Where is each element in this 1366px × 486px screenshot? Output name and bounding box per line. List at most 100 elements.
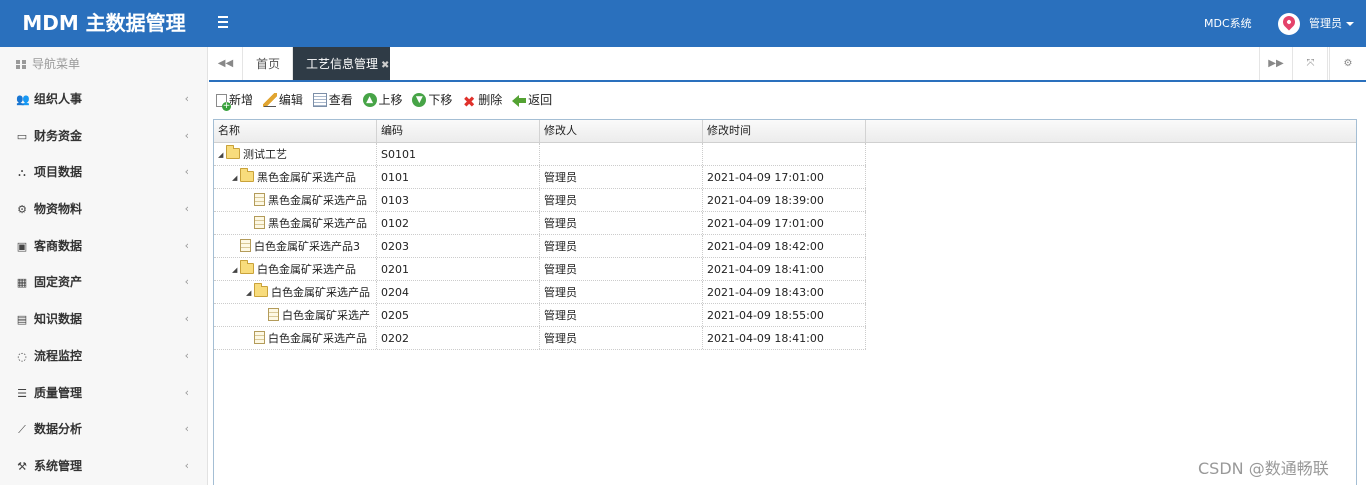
table-row[interactable]: 黑色金属矿采选产品 0102 管理员 2021-04-09 17:01:00 bbox=[214, 212, 866, 235]
fullscreen-icon[interactable]: ⤧ bbox=[1294, 47, 1328, 80]
column-header-modified-time[interactable]: 修改时间 bbox=[703, 120, 866, 142]
cell-code: 0201 bbox=[377, 258, 540, 280]
table-row[interactable]: ◢ 白色金属矿采选产品 0201 管理员 2021-04-09 18:41:00 bbox=[214, 258, 866, 281]
sidebar-item-label: 财务资金 bbox=[34, 128, 83, 143]
table-row[interactable]: ◢ 白色金属矿采选产品 0204 管理员 2021-04-09 18:43:00 bbox=[214, 281, 866, 304]
folder-icon bbox=[240, 168, 254, 182]
cell-modifier: 管理员 bbox=[540, 258, 703, 280]
node-name: 黑色金属矿采选产品 bbox=[268, 217, 367, 230]
sidebar-item[interactable]: ▦ 固定资产 ‹ bbox=[0, 264, 207, 301]
back-button[interactable]: 返回 bbox=[512, 90, 552, 110]
delete-button[interactable]: ✖ 删除 bbox=[462, 90, 502, 110]
tab-process-info[interactable]: 工艺信息管理 ✖ bbox=[293, 47, 390, 80]
tree-grid: 名称 编码 修改人 修改时间 ◢ 测试工艺 S0101 ◢ 黑色金属矿采选产品 0101 管… bbox=[213, 119, 1357, 485]
caret-down-icon[interactable] bbox=[1346, 22, 1354, 26]
user-menu[interactable]: 管理员 bbox=[1309, 0, 1342, 47]
chevron-left-icon: ‹ bbox=[184, 422, 189, 436]
cell-name: 白色金属矿采选产 bbox=[214, 304, 377, 326]
column-header-name[interactable]: 名称 bbox=[214, 120, 377, 142]
chevron-left-icon: ‹ bbox=[184, 458, 189, 472]
cell-code: 0101 bbox=[377, 166, 540, 188]
watermark: CSDN @数通畅联 bbox=[1198, 459, 1329, 478]
arrow-up-icon bbox=[362, 93, 377, 107]
tab-scroll-right-icon[interactable]: ▶▶ bbox=[1259, 47, 1293, 80]
table-row[interactable]: 白色金属矿采选产品3 0203 管理员 2021-04-09 18:42:00 bbox=[214, 235, 866, 258]
table-row[interactable]: 白色金属矿采选产 0205 管理员 2021-04-09 18:55:00 bbox=[214, 304, 866, 327]
view-button-label: 查看 bbox=[328, 93, 353, 107]
user-avatar-icon[interactable] bbox=[1278, 13, 1300, 35]
sidebar-item[interactable]: ☰ 质量管理 ‹ bbox=[0, 375, 207, 412]
cell-modified-time: 2021-04-09 17:01:00 bbox=[703, 166, 866, 188]
cell-modifier: 管理员 bbox=[540, 304, 703, 326]
expand-toggle-icon[interactable]: ◢ bbox=[232, 259, 240, 280]
edit-button[interactable]: 编辑 bbox=[262, 90, 303, 110]
column-header-modifier[interactable]: 修改人 bbox=[540, 120, 703, 142]
expand-toggle-icon[interactable]: ◢ bbox=[218, 144, 226, 165]
table-row[interactable]: 白色金属矿采选产品 0202 管理员 2021-04-09 18:41:00 bbox=[214, 327, 866, 350]
cell-code: 0205 bbox=[377, 304, 540, 326]
move-up-button[interactable]: 上移 bbox=[362, 90, 403, 110]
sidebar-item[interactable]: ▭ 财务资金 ‹ bbox=[0, 118, 207, 155]
expand-toggle-icon[interactable]: ◢ bbox=[246, 282, 254, 303]
list-alt-icon: ☰ bbox=[17, 386, 27, 400]
sidebar-item-label: 组织人事 bbox=[34, 92, 83, 106]
tab-scroll-left-icon[interactable]: ◀◀ bbox=[209, 47, 243, 80]
cell-name: 白色金属矿采选产品3 bbox=[214, 235, 377, 257]
sidebar-item[interactable]: 👥 组织人事 ‹ bbox=[0, 81, 207, 118]
expand-toggle-icon[interactable]: ◢ bbox=[232, 167, 240, 188]
close-icon[interactable]: ✖ bbox=[381, 60, 389, 71]
sidebar-item[interactable]: ▣ 客商数据 ‹ bbox=[0, 228, 207, 265]
sidebar-item[interactable]: ⛬ 项目数据 ‹ bbox=[0, 154, 207, 191]
node-name: 白色金属矿采选产品 bbox=[257, 263, 356, 276]
sidebar-item[interactable]: ⚙ 物资物料 ‹ bbox=[0, 191, 207, 228]
spinner-icon: ◌ bbox=[17, 349, 27, 363]
new-icon bbox=[216, 94, 231, 111]
cell-name: ◢ 测试工艺 bbox=[214, 143, 377, 165]
menu-toggle-icon[interactable] bbox=[218, 13, 234, 33]
wrench-icon: ⚒ bbox=[17, 459, 27, 473]
table-row[interactable]: 黑色金属矿采选产品 0103 管理员 2021-04-09 18:39:00 bbox=[214, 189, 866, 212]
nav-menu-title-label: 导航菜单 bbox=[32, 57, 81, 71]
file-icon bbox=[240, 239, 251, 252]
node-name: 白色金属矿采选产 bbox=[282, 309, 370, 322]
table-row[interactable]: ◢ 测试工艺 S0101 bbox=[214, 143, 866, 166]
cell-modifier: 管理员 bbox=[540, 281, 703, 303]
move-up-button-label: 上移 bbox=[378, 93, 403, 107]
new-button[interactable]: 新增 bbox=[216, 90, 253, 111]
cell-modified-time: 2021-04-09 17:01:00 bbox=[703, 212, 866, 234]
sidebar-item-label: 系统管理 bbox=[34, 458, 83, 473]
table-row[interactable]: ◢ 黑色金属矿采选产品 0101 管理员 2021-04-09 17:01:00 bbox=[214, 166, 866, 189]
tab-home[interactable]: 首页 bbox=[244, 47, 293, 80]
document-icon: ▤ bbox=[16, 313, 28, 327]
delete-icon: ✖ bbox=[462, 93, 476, 111]
app-logo-title[interactable]: MDM 主数据管理 bbox=[0, 0, 208, 47]
folder-icon bbox=[254, 283, 268, 297]
move-down-button[interactable]: 下移 bbox=[412, 90, 452, 110]
move-down-button-label: 下移 bbox=[428, 93, 453, 107]
sidebar-item[interactable]: ▤ 知识数据 ‹ bbox=[0, 301, 207, 338]
node-name: 白色金属矿采选产品3 bbox=[254, 240, 360, 253]
sidebar-item[interactable]: ◌ 流程监控 ‹ bbox=[0, 338, 207, 375]
cell-modified-time: 2021-04-09 18:42:00 bbox=[703, 235, 866, 257]
building-icon: ▦ bbox=[16, 276, 28, 290]
chevron-left-icon: ‹ bbox=[184, 92, 189, 105]
sidebar-item[interactable]: ⚒ 系统管理 ‹ bbox=[0, 448, 207, 485]
cell-modified-time: 2021-04-09 18:55:00 bbox=[703, 304, 866, 326]
view-button[interactable]: 查看 bbox=[312, 90, 353, 110]
file-icon bbox=[254, 193, 265, 206]
tab-bar: ◀◀ 首页 工艺信息管理 ✖ ▶▶ ⤧ ⚙ bbox=[209, 47, 1366, 82]
cell-name: ◢ 白色金属矿采选产品 bbox=[214, 258, 377, 280]
cell-modifier: 管理员 bbox=[540, 327, 703, 349]
grid-icon bbox=[16, 60, 26, 69]
column-header-code[interactable]: 编码 bbox=[377, 120, 540, 142]
cell-modified-time bbox=[703, 143, 866, 165]
gear-icon[interactable]: ⚙ bbox=[1329, 47, 1366, 80]
folder-icon bbox=[240, 260, 254, 274]
mdc-system-link[interactable]: MDC系统 bbox=[1204, 0, 1252, 47]
sidebar-item[interactable]: ⟋ 数据分析 ‹ bbox=[0, 411, 207, 448]
node-name: 白色金属矿采选产品 bbox=[271, 286, 370, 299]
cell-name: ◢ 黑色金属矿采选产品 bbox=[214, 166, 377, 188]
cell-modifier: 管理员 bbox=[540, 235, 703, 257]
top-header: MDM 主数据管理 MDC系统 管理员 bbox=[0, 0, 1366, 47]
line-chart-icon: ⟋ bbox=[18, 423, 26, 437]
